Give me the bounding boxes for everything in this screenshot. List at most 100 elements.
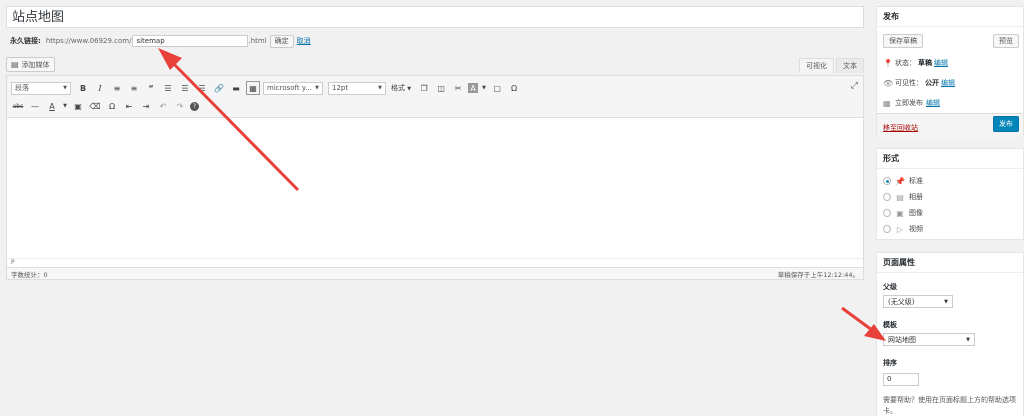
- radio-button[interactable]: [883, 225, 891, 233]
- editor-status-bar: 字数统计：0 草稿保存于上午12:12:44。: [6, 268, 864, 280]
- format-option-image[interactable]: ▣ 图像: [883, 208, 923, 218]
- media-icon: ▤: [11, 60, 19, 69]
- trash-link[interactable]: 移至回收站: [883, 123, 918, 133]
- add-media-button[interactable]: ▤ 添加媒体: [6, 57, 55, 72]
- video-icon: ▷: [896, 224, 904, 234]
- font-family-value: microsoft y...: [267, 84, 312, 92]
- font-size-value: 12pt: [332, 84, 349, 92]
- order-input[interactable]: 0: [883, 373, 919, 386]
- permalink-row: 永久链接: https://www.06929.com/ sitemap .ht…: [6, 34, 864, 48]
- visibility-label: 可见性：: [895, 79, 923, 87]
- clear-formatting-icon[interactable]: ⌫: [88, 99, 102, 113]
- permalink-label: 永久链接:: [10, 37, 41, 45]
- chevron-down-icon[interactable]: ▼: [62, 99, 68, 113]
- chevron-down-icon: ▼: [315, 85, 319, 91]
- format-menu[interactable]: 格式 ▼: [391, 83, 411, 93]
- chevron-down-icon: ▼: [966, 336, 970, 343]
- paste-text-icon[interactable]: ▣: [71, 99, 85, 113]
- format-box: 形式 📌 标准 ▤ 相册 ▣ 图像 ▷ 视频: [876, 148, 1024, 240]
- numbered-list-icon[interactable]: ≡: [127, 81, 141, 95]
- align-left-icon[interactable]: ☰: [161, 81, 175, 95]
- template-select[interactable]: 网站地图 ▼: [883, 333, 975, 346]
- image-icon: ▣: [896, 208, 904, 218]
- content-editor: 段落 ▼ B I ≡ ≡ “ ☰ ☰ ☰ 🔗 ▬ ▦ microsoft y..…: [6, 75, 864, 268]
- fullscreen-icon[interactable]: ⤢: [851, 81, 858, 91]
- eye-icon: 👁: [883, 78, 894, 88]
- format-option-standard[interactable]: 📌 标准: [883, 176, 923, 186]
- bullet-list-icon[interactable]: ≡: [110, 81, 124, 95]
- permalink-base-url: https://www.06929.com/: [45, 37, 132, 45]
- chevron-down-icon: ▼: [63, 85, 67, 91]
- help-icon[interactable]: ?: [190, 101, 199, 111]
- text-color-icon[interactable]: A: [45, 99, 59, 113]
- background-color-icon[interactable]: A: [468, 83, 479, 93]
- word-count: 字数统计：0: [11, 270, 48, 279]
- media-row: ▤ 添加媒体 可视化 文本: [6, 57, 864, 73]
- status-value: 草稿: [918, 59, 932, 67]
- status-edit-link[interactable]: 编辑: [934, 58, 948, 68]
- special-character-icon[interactable]: Ω: [105, 99, 119, 113]
- font-size-select[interactable]: 12pt ▼: [328, 81, 386, 95]
- preview-button[interactable]: 预览: [993, 34, 1019, 48]
- publish-button[interactable]: 发布: [993, 116, 1019, 132]
- permalink-cancel-link[interactable]: 取消: [297, 36, 311, 46]
- status-row: 📍 状态： 草稿 编辑: [883, 58, 948, 68]
- blockquote-icon[interactable]: “: [144, 81, 158, 95]
- cut-icon[interactable]: ✂: [451, 81, 465, 95]
- order-label: 排序: [883, 359, 897, 367]
- paste-word-icon[interactable]: ▢: [490, 81, 504, 95]
- undo-icon[interactable]: ↶: [156, 99, 170, 113]
- permalink-suffix: .html: [248, 37, 267, 45]
- schedule-edit-link[interactable]: 编辑: [926, 98, 940, 108]
- tab-text[interactable]: 文本: [836, 58, 864, 73]
- align-right-icon[interactable]: ☰: [195, 81, 209, 95]
- format-option-label: 视频: [909, 225, 923, 233]
- format-box-title: 形式: [877, 149, 1023, 169]
- element-path: P: [7, 258, 863, 267]
- omega-icon[interactable]: Ω: [507, 81, 521, 95]
- bold-icon[interactable]: B: [76, 81, 90, 95]
- redo-icon[interactable]: ↷: [173, 99, 187, 113]
- permalink-ok-button[interactable]: 确定: [269, 34, 294, 48]
- format-option-label: 图像: [909, 209, 923, 217]
- pin-icon: 📌: [895, 176, 905, 186]
- parent-select-value: (无父级): [888, 297, 915, 306]
- radio-button[interactable]: [883, 193, 891, 201]
- tab-visual[interactable]: 可视化: [799, 58, 834, 73]
- horizontal-line-icon[interactable]: —: [28, 99, 42, 113]
- italic-icon[interactable]: I: [93, 81, 107, 95]
- chevron-down-icon[interactable]: ▼: [481, 81, 487, 95]
- read-more-icon[interactable]: ▬: [229, 81, 243, 95]
- parent-label: 父级: [883, 283, 897, 291]
- add-media-label: 添加媒体: [21, 60, 50, 69]
- paragraph-select-value: 段落: [15, 84, 29, 92]
- schedule-label: 立即发布: [895, 99, 923, 107]
- radio-button[interactable]: [883, 177, 891, 185]
- template-select-value: 网站地图: [888, 335, 916, 344]
- parent-select[interactable]: (无父级) ▼: [883, 295, 953, 308]
- align-center-icon[interactable]: ☰: [178, 81, 192, 95]
- status-label: 状态：: [895, 59, 916, 67]
- format-option-gallery[interactable]: ▤ 相册: [883, 192, 923, 202]
- permalink-slug-input[interactable]: sitemap: [132, 35, 249, 47]
- visibility-edit-link[interactable]: 编辑: [941, 78, 955, 88]
- format-option-label: 相册: [909, 193, 923, 201]
- copy-icon[interactable]: ❐: [417, 81, 431, 95]
- outdent-icon[interactable]: ⇤: [122, 99, 136, 113]
- toolbar-toggle-icon[interactable]: ▦: [246, 81, 260, 95]
- format-option-video[interactable]: ▷ 视频: [883, 224, 923, 234]
- indent-icon[interactable]: ⇥: [139, 99, 153, 113]
- save-draft-button[interactable]: 保存草稿: [883, 34, 923, 48]
- paste-icon[interactable]: ◫: [434, 81, 448, 95]
- strikethrough-icon[interactable]: abc: [11, 99, 25, 113]
- publish-box-title: 发布: [877, 7, 1023, 27]
- pin-icon: 📍: [883, 58, 893, 68]
- post-title-input[interactable]: 站点地图: [6, 6, 864, 28]
- paragraph-select[interactable]: 段落 ▼: [11, 81, 71, 95]
- visibility-value: 公开: [925, 79, 939, 87]
- font-family-select[interactable]: microsoft y... ▼: [263, 81, 323, 95]
- radio-button[interactable]: [883, 209, 891, 217]
- link-icon[interactable]: 🔗: [212, 81, 226, 95]
- page-attributes-title: 页面属性: [877, 253, 1023, 273]
- format-option-label: 标准: [909, 177, 923, 185]
